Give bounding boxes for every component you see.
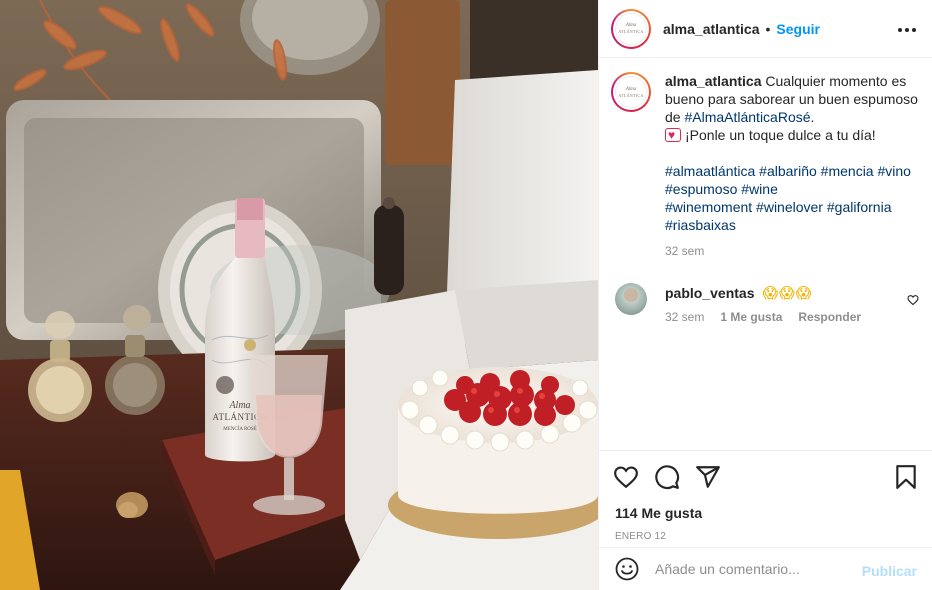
avatar-logo-line2: ATLÁNTICA: [618, 29, 644, 34]
hashtag-list: #almaatlántica #albariño #mencia #vino #…: [665, 162, 923, 234]
comment-text: 😱😱😱: [762, 285, 813, 302]
comment-timestamp[interactable]: 32 sem: [665, 310, 704, 324]
hashtag[interactable]: #espumoso: [665, 181, 737, 197]
comment-item: pablo_ventas 😱😱😱 32 sem 1 Me gusta Respo…: [615, 283, 923, 324]
hashtag[interactable]: #winemoment: [665, 199, 752, 215]
caption-timestamp[interactable]: 32 sem: [665, 242, 923, 260]
hashtag[interactable]: #almaatlántica: [665, 163, 755, 179]
action-bar: [599, 450, 932, 500]
hashtag[interactable]: #galifornia: [827, 199, 892, 215]
header-username[interactable]: alma_atlantica: [663, 21, 760, 37]
like-heart-icon[interactable]: [613, 464, 639, 490]
post-date: ENERO 12: [615, 531, 667, 542]
caption-avatar[interactable]: Alma ATLÁNTICA: [611, 72, 651, 112]
hashtag[interactable]: #mencia: [821, 163, 874, 179]
caption-logo-line2: ATLÁNTICA: [618, 92, 644, 98]
caption-text-part2: .: [810, 109, 815, 125]
hashtag[interactable]: #vino: [877, 163, 910, 179]
commenter-avatar[interactable]: [615, 283, 647, 315]
publish-button[interactable]: Publicar: [862, 563, 917, 579]
share-send-icon[interactable]: [695, 464, 721, 490]
caption-text-part3: ¡Ponle un toque dulce a tu día!: [685, 127, 876, 143]
save-bookmark-icon[interactable]: [893, 464, 919, 490]
brand-logo: Alma ATLÁNTICA: [615, 76, 647, 108]
add-comment-bar: Publicar: [599, 547, 932, 590]
follow-button[interactable]: Seguir: [776, 21, 820, 37]
comment-bubble-icon[interactable]: [654, 464, 680, 490]
avatar[interactable]: Alma ATLÁNTICA: [611, 8, 651, 49]
emoji-picker-icon[interactable]: [615, 557, 639, 581]
comment-input[interactable]: [655, 561, 845, 577]
bottle-label-line3: MENCÍA ROSÉ: [223, 426, 256, 432]
post-header: Alma ATLÁNTICA alma_atlantica • Seguir: [599, 0, 932, 58]
comment-likes[interactable]: 1 Me gusta: [720, 310, 782, 324]
post-photo[interactable]: Alma ATLÁNTICA MENCÍA ROSÉ: [0, 0, 598, 590]
post-photo-illustration: Alma ATLÁNTICA MENCÍA ROSÉ: [0, 0, 598, 590]
post-side-panel: Alma ATLÁNTICA alma_atlantica • Seguir A…: [598, 0, 932, 590]
caption-username[interactable]: alma_atlantica: [665, 73, 762, 89]
heart-emoji-icon: [665, 126, 681, 144]
hashtag[interactable]: #riasbaixas: [665, 217, 736, 233]
separator-dot: •: [765, 20, 771, 37]
caption-text: alma_atlantica Cualquier momento es buen…: [665, 72, 923, 260]
comment-like-heart-icon[interactable]: [907, 293, 919, 311]
hashtag[interactable]: #wine: [741, 181, 778, 197]
comment-meta: 32 sem 1 Me gusta Responder: [665, 310, 923, 324]
caption: Alma ATLÁNTICA alma_atlantica Cualquier …: [611, 72, 923, 260]
like-count[interactable]: 114 Me gusta: [615, 505, 702, 521]
more-options-icon[interactable]: [897, 20, 917, 34]
comment-username[interactable]: pablo_ventas: [665, 285, 754, 301]
hashtag-main[interactable]: #AlmaAtlánticaRosé: [684, 109, 810, 125]
reply-button[interactable]: Responder: [798, 310, 861, 324]
hashtag[interactable]: #albariño: [759, 163, 817, 179]
brand-logo: Alma ATLÁNTICA: [615, 12, 647, 45]
bottle-label-line1: Alma: [228, 400, 250, 411]
hashtag[interactable]: #winelover: [756, 199, 823, 215]
